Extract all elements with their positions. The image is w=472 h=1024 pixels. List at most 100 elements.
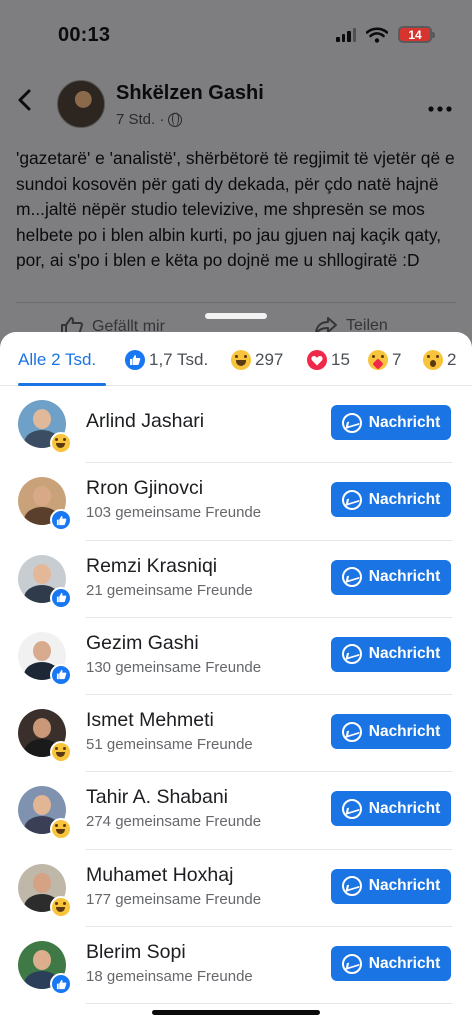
person-name[interactable]: Rron Gjinovci <box>86 477 203 500</box>
message-button-label: Nachricht <box>368 799 441 817</box>
person-name[interactable]: Ismet Mehmeti <box>86 709 214 732</box>
person-name[interactable]: Gezim Gashi <box>86 632 199 655</box>
chevron-left-icon <box>18 89 31 111</box>
person-name[interactable]: Tahir A. Shabani <box>86 786 228 809</box>
mutual-friends: 18 gemeinsame Freunde <box>86 968 253 986</box>
list-item[interactable]: Ismet Mehmeti 51 gemeinsame Freunde Nach… <box>0 695 472 773</box>
wow-reaction-icon <box>423 350 443 370</box>
haha-badge-icon <box>50 895 72 918</box>
list-item[interactable]: Arlind Jashari Nachricht <box>0 386 472 464</box>
author-avatar[interactable] <box>57 80 105 128</box>
messenger-icon <box>341 953 362 974</box>
message-button[interactable]: Nachricht <box>331 636 451 672</box>
avatar-container[interactable] <box>18 400 72 454</box>
like-reaction-icon <box>125 350 145 370</box>
message-button[interactable]: Nachricht <box>331 559 451 595</box>
haha-badge-icon <box>50 818 72 841</box>
tab-wow[interactable]: 2 <box>423 349 456 371</box>
mutual-friends: 130 gemeinsame Freunde <box>86 658 262 676</box>
message-button[interactable]: Nachricht <box>331 868 451 904</box>
person-name[interactable]: Remzi Krasniqi <box>86 555 217 578</box>
message-button[interactable]: Nachricht <box>331 482 451 518</box>
message-button[interactable]: Nachricht <box>331 405 451 440</box>
tab-love[interactable]: 15 <box>307 349 350 371</box>
tab-all[interactable]: Alle 2 Tsd. <box>18 349 96 371</box>
mutual-friends: 103 gemeinsame Freunde <box>86 504 262 522</box>
message-button-label: Nachricht <box>368 568 441 586</box>
message-button[interactable]: Nachricht <box>331 791 451 827</box>
back-button[interactable] <box>16 88 42 118</box>
mutual-friends: 177 gemeinsame Freunde <box>86 890 262 908</box>
avatar-container[interactable] <box>18 863 72 918</box>
wifi-icon <box>366 26 388 43</box>
like-badge-icon <box>50 973 72 996</box>
haha-reaction-icon <box>231 350 251 370</box>
battery-icon: 14 <box>398 26 435 43</box>
row-divider <box>86 1003 452 1005</box>
post-meta: 7 Std. · <box>116 111 183 128</box>
message-button-label: Nachricht <box>368 645 441 663</box>
person-name[interactable]: Blerim Sopi <box>86 941 186 964</box>
like-badge-icon <box>50 586 72 609</box>
tab-haha-count: 297 <box>255 350 284 369</box>
avatar-container[interactable] <box>18 941 72 996</box>
reactors-list: Arlind Jashari Nachricht Rron Gjinovci 1… <box>0 386 472 1005</box>
message-button-label: Nachricht <box>368 413 441 431</box>
avatar-container[interactable] <box>18 554 72 609</box>
messenger-icon <box>341 489 362 510</box>
tab-haha[interactable]: 297 <box>231 349 283 371</box>
sheet-grabber[interactable] <box>205 313 267 319</box>
signal-icon <box>336 27 356 42</box>
tab-like[interactable]: 1,7 Tsd. <box>125 349 208 371</box>
mutual-friends: 51 gemeinsame Freunde <box>86 736 253 754</box>
list-item[interactable]: Gezim Gashi 130 gemeinsame Freunde Nachr… <box>0 618 472 696</box>
message-button[interactable]: Nachricht <box>331 946 451 982</box>
message-button[interactable]: Nachricht <box>331 714 451 750</box>
more-options-button[interactable] <box>428 88 452 119</box>
globe-icon <box>168 112 183 127</box>
mutual-friends: 21 gemeinsame Freunde <box>86 581 253 599</box>
messenger-icon <box>341 567 362 588</box>
messenger-icon <box>341 412 362 433</box>
avatar-container[interactable] <box>18 786 72 841</box>
avatar-container[interactable] <box>18 631 72 686</box>
tab-care[interactable]: 7 <box>368 349 401 371</box>
person-name[interactable]: Arlind Jashari <box>86 410 204 433</box>
list-item[interactable]: Remzi Krasniqi 21 gemeinsame Freunde Nac… <box>0 541 472 618</box>
post-header: Shkëlzen Gashi 7 Std. · <box>0 74 472 134</box>
message-button-label: Nachricht <box>368 490 441 508</box>
like-badge-icon <box>50 509 72 532</box>
message-button-label: Nachricht <box>368 954 441 972</box>
status-bar: 00:13 14 <box>0 0 472 66</box>
post-divider <box>16 302 456 303</box>
haha-badge-icon <box>50 741 72 764</box>
more-dots-icon <box>428 106 452 112</box>
author-name[interactable]: Shkëlzen Gashi <box>116 82 264 105</box>
tab-care-count: 7 <box>392 350 402 369</box>
message-button-label: Nachricht <box>368 877 441 895</box>
haha-badge-icon <box>50 432 72 454</box>
avatar-container[interactable] <box>18 477 72 532</box>
like-badge-icon <box>50 663 72 686</box>
tab-love-count: 15 <box>331 350 350 369</box>
avatar-container[interactable] <box>18 709 72 764</box>
tab-like-count: 1,7 Tsd. <box>149 350 209 369</box>
post-text: 'gazetarë' e 'analistë', shërbëtorë të r… <box>16 148 455 270</box>
list-item[interactable]: Muhamet Hoxhaj 177 gemeinsame Freunde Na… <box>0 850 472 928</box>
post-time: 7 Std. · <box>116 111 165 128</box>
person-name[interactable]: Muhamet Hoxhaj <box>86 864 233 887</box>
list-item[interactable]: Tahir A. Shabani 274 gemeinsame Freunde … <box>0 772 472 850</box>
home-indicator <box>152 1010 320 1015</box>
messenger-icon <box>341 644 362 665</box>
tab-all-label: Alle 2 Tsd. <box>18 350 97 369</box>
message-button-label: Nachricht <box>368 722 441 740</box>
status-time: 00:13 <box>58 24 111 46</box>
status-indicators: 14 <box>336 26 435 43</box>
list-item[interactable]: Rron Gjinovci 103 gemeinsame Freunde Nac… <box>0 463 472 541</box>
list-item[interactable]: Blerim Sopi 18 gemeinsame Freunde Nachri… <box>0 927 472 1005</box>
reactions-sheet: Alle 2 Tsd. 1,7 Tsd. 297 15 7 2 Arlind J… <box>0 332 472 1024</box>
mutual-friends: 274 gemeinsame Freunde <box>86 813 262 831</box>
care-reaction-icon <box>368 350 388 370</box>
messenger-icon <box>341 798 362 819</box>
messenger-icon <box>341 876 362 897</box>
